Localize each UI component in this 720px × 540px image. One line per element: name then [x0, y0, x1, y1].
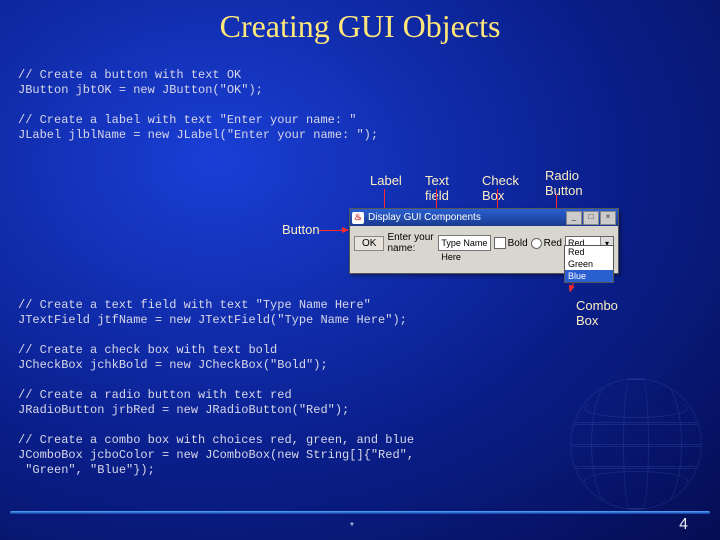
maximize-icon[interactable]: □: [583, 211, 599, 225]
combo-dropdown[interactable]: Red Green Blue: [564, 245, 614, 283]
footer-rule: [10, 511, 710, 514]
red-radio-button[interactable]: Red: [531, 238, 562, 249]
combo-item-red[interactable]: Red: [565, 246, 613, 258]
combo-item-green[interactable]: Green: [565, 258, 613, 270]
annotation-label: Label: [370, 173, 402, 188]
close-icon[interactable]: ×: [600, 211, 616, 225]
combo-item-blue[interactable]: Blue: [565, 270, 613, 282]
name-label: Enter your name:: [387, 232, 435, 254]
globe-icon: [570, 378, 702, 510]
radio-label: Red: [544, 238, 562, 249]
annotation-combo-box: Combo Box: [576, 298, 618, 328]
code-block-1: // Create a button with text OK JButton …: [18, 68, 448, 143]
gui-window: ♨ Display GUI Components _ □ × OK Enter …: [349, 208, 619, 274]
checkbox-icon: [494, 237, 506, 249]
annotation-check-box: Check Box: [482, 173, 519, 203]
window-titlebar: ♨ Display GUI Components _ □ ×: [350, 209, 618, 226]
checkbox-label: Bold: [508, 238, 528, 249]
footnote-asterisk: *: [350, 521, 354, 532]
minimize-icon[interactable]: _: [566, 211, 582, 225]
window-title: Display GUI Components: [368, 212, 566, 223]
page-title: Creating GUI Objects: [0, 8, 720, 45]
annotation-button: Button: [282, 222, 320, 237]
bold-checkbox[interactable]: Bold: [494, 237, 528, 249]
page-number: 4: [679, 516, 688, 534]
name-text-field[interactable]: Type Name Here: [438, 235, 490, 251]
arrow-icon: [319, 230, 348, 231]
code-block-2: // Create a text field with text "Type N…: [18, 298, 448, 478]
ok-button[interactable]: OK: [354, 236, 384, 251]
radio-icon: [531, 238, 542, 249]
java-icon: ♨: [352, 212, 364, 224]
annotation-radio-button: Radio Button: [545, 168, 583, 198]
